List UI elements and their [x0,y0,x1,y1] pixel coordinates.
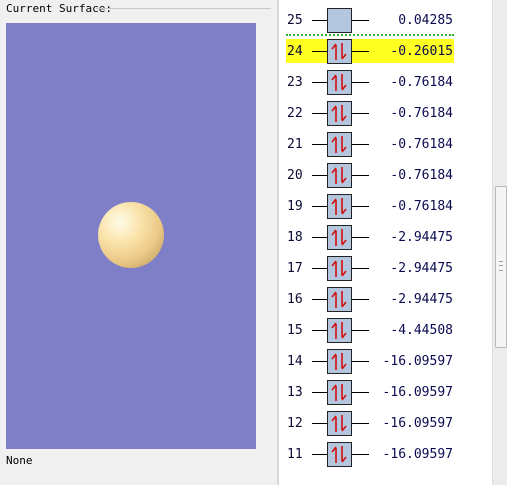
occupancy-box [327,163,352,188]
orbital-row[interactable]: 15 -4.44508 [279,315,492,346]
orbital-energy: -4.44508 [390,323,453,338]
orbital-index: 11 [287,447,303,462]
orbital-row[interactable]: 20 -0.76184 [279,160,492,191]
occupancy-box [327,8,352,33]
occupancy-box [327,442,352,467]
occupancy-box [327,380,352,405]
orbital-energy: -0.26015 [390,44,453,59]
groupbox-border [96,8,271,9]
orbital-index: 25 [287,13,303,28]
orbital-index: 24 [287,44,303,59]
orbital-energy: -0.76184 [390,168,453,183]
orbital-row[interactable]: 12 -16.09597 [279,408,492,439]
occupancy-box [327,318,352,343]
occupancy-box [327,411,352,436]
orbital-index: 22 [287,106,303,121]
orbital-index: 21 [287,137,303,152]
spin-pair-icon [331,446,347,463]
orbital-index: 19 [287,199,303,214]
orbital-row[interactable]: 14 -16.09597 [279,346,492,377]
orbital-energy: -0.76184 [390,137,453,152]
orbital-energy: -2.94475 [390,261,453,276]
orbital-row[interactable]: 23 -0.76184 [279,67,492,98]
occupancy-box [327,101,352,126]
orbital-row[interactable]: 19 -0.76184 [279,191,492,222]
surface-panel: Current Surface: None [0,0,277,485]
occupancy-box [327,225,352,250]
orbital-row[interactable]: 25 0.04285 [279,5,492,36]
orbital-row[interactable]: 16 -2.94475 [279,284,492,315]
orbital-index: 23 [287,75,303,90]
occupancy-box [327,70,352,95]
spin-pair-icon [331,136,347,153]
orbital-energy: -16.09597 [382,416,453,431]
occupancy-box [327,39,352,64]
occupancy-box [327,256,352,281]
spin-pair-icon [331,291,347,308]
orbital-energy: -0.76184 [390,106,453,121]
occupancy-box [327,132,352,157]
spin-pair-icon [331,384,347,401]
spin-pair-icon [331,415,347,432]
orbital-index: 14 [287,354,303,369]
orbital-energy-list[interactable]: 25 0.04285 24 -0.26015 23 -0.76184 22 -0.76184 2… [279,0,492,485]
vertical-scrollbar[interactable] [492,0,507,485]
orbital-index: 13 [287,385,303,400]
orbital-row[interactable]: 17 -2.94475 [279,253,492,284]
spin-pair-icon [331,260,347,277]
orbital-panel: 25 0.04285 24 -0.26015 23 -0.76184 22 -0.76184 2… [279,0,507,485]
orbital-row[interactable]: 13 -16.09597 [279,377,492,408]
orbital-index: 20 [287,168,303,183]
occupancy-box [327,287,352,312]
occupancy-box [327,349,352,374]
orbital-index: 17 [287,261,303,276]
occupancy-box [327,194,352,219]
spin-pair-icon [331,167,347,184]
orbital-index: 15 [287,323,303,338]
surface-selection-label: None [6,454,33,467]
homo-divider [286,34,454,36]
orbital-row[interactable]: 11 -16.09597 [279,439,492,470]
orbital-energy: -2.94475 [390,292,453,307]
atom-sphere[interactable] [98,202,164,268]
spin-pair-icon [331,198,347,215]
spin-pair-icon [331,353,347,370]
orbital-row[interactable]: 22 -0.76184 [279,98,492,129]
orbital-index: 18 [287,230,303,245]
orbital-energy: -16.09597 [382,385,453,400]
spin-pair-icon [331,105,347,122]
scrollbar-thumb[interactable] [495,186,507,348]
spin-pair-icon [331,43,347,60]
spin-pair-icon [331,229,347,246]
orbital-energy: -16.09597 [382,354,453,369]
spin-pair-icon [331,74,347,91]
spin-pair-icon [331,322,347,339]
orbital-energy: -0.76184 [390,199,453,214]
orbital-energy: 0.04285 [398,13,453,28]
orbital-row[interactable]: 18 -2.94475 [279,222,492,253]
surface-viewer[interactable] [6,23,256,449]
orbital-energy: -0.76184 [390,75,453,90]
grip-icon [499,261,503,271]
orbital-energy: -16.09597 [382,447,453,462]
orbital-energy: -2.94475 [390,230,453,245]
orbital-index: 16 [287,292,303,307]
orbital-row[interactable]: 21 -0.76184 [279,129,492,160]
orbital-index: 12 [287,416,303,431]
current-surface-label: Current Surface: [6,2,112,15]
orbital-row[interactable]: 24 -0.26015 [279,34,492,67]
